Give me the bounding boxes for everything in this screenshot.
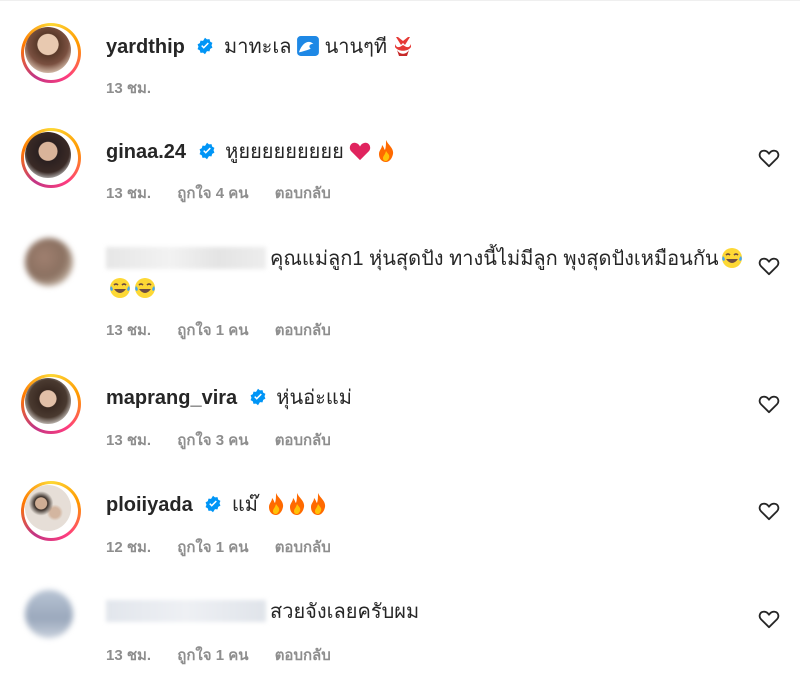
top-divider: [0, 0, 800, 1]
blurred-username[interactable]: [106, 600, 266, 622]
comment-timestamp: 13 ชม.: [106, 432, 152, 449]
avatar[interactable]: [21, 481, 81, 541]
comment-timestamp: 12 ชม.: [106, 539, 152, 556]
comment-username[interactable]: ginaa.24: [106, 141, 186, 163]
verified-badge-icon: [250, 388, 266, 406]
reply-button[interactable]: ตอบกลับ: [275, 432, 331, 449]
verified-badge-icon: [198, 37, 213, 55]
reply-button[interactable]: ตอบกลับ: [275, 647, 331, 664]
avatar[interactable]: [21, 23, 81, 83]
tears-of-joy-emoji: [110, 278, 130, 298]
like-heart-icon[interactable]: [758, 609, 780, 629]
comment-text: มาทะเล: [224, 36, 292, 58]
avatar[interactable]: [21, 128, 81, 188]
comment-timestamp: 13 ชม.: [106, 647, 152, 664]
comment-likes[interactable]: ถูกใจ 1 คน: [177, 647, 248, 664]
wave-emoji: [297, 36, 319, 56]
comment-text: สวยจังเลยครับผม: [270, 601, 420, 623]
comment-username[interactable]: maprang_vira: [106, 387, 237, 409]
tears-of-joy-emoji: [135, 278, 155, 298]
avatar[interactable]: [21, 374, 81, 434]
comment-text: แม๊: [231, 494, 258, 516]
comment-text: หูยยยยยยยยย: [225, 141, 344, 163]
like-heart-icon[interactable]: [758, 501, 780, 521]
comment-likes[interactable]: ถูกใจ 1 คน: [177, 539, 248, 556]
fire-emoji: [378, 140, 394, 162]
comment-timestamp: 13 ชม.: [106, 322, 152, 339]
blurred-username[interactable]: [106, 247, 266, 269]
comment-text-suffix: นานๆที: [324, 36, 388, 58]
comment-timestamp: 13 ชม.: [106, 185, 152, 202]
fire-emoji: [311, 493, 326, 515]
fire-emoji: [290, 493, 305, 515]
fire-emoji: [269, 493, 284, 515]
tears-of-joy-emoji: [721, 248, 742, 268]
verified-badge-icon: [199, 142, 215, 160]
like-heart-icon[interactable]: [758, 394, 780, 414]
comment-timestamp: 13 ชม.: [106, 80, 152, 97]
comment-text: หุ่นอ่ะแม่: [276, 387, 352, 409]
reply-button[interactable]: ตอบกลับ: [275, 322, 331, 339]
comment-username[interactable]: ploiiyada: [106, 494, 193, 516]
comment-text: คุณแม่ลูก1 หุ่นสุดปัง ทางนี้ไม่มีลูก พุง…: [270, 248, 719, 270]
heart-emoji: [350, 142, 371, 161]
reply-button[interactable]: ตอบกลับ: [275, 185, 331, 202]
bikini-emoji: [394, 37, 411, 56]
comment-username[interactable]: yardthip: [106, 36, 185, 58]
comment-likes[interactable]: ถูกใจ 4 คน: [177, 185, 248, 202]
like-heart-icon[interactable]: [758, 148, 780, 168]
avatar[interactable]: [21, 238, 81, 298]
like-heart-icon[interactable]: [758, 256, 780, 276]
comment-likes[interactable]: ถูกใจ 3 คน: [177, 432, 248, 449]
verified-badge-icon: [205, 495, 221, 513]
comment-likes[interactable]: ถูกใจ 1 คน: [177, 322, 248, 339]
reply-button[interactable]: ตอบกลับ: [275, 539, 331, 556]
avatar[interactable]: [21, 590, 81, 650]
